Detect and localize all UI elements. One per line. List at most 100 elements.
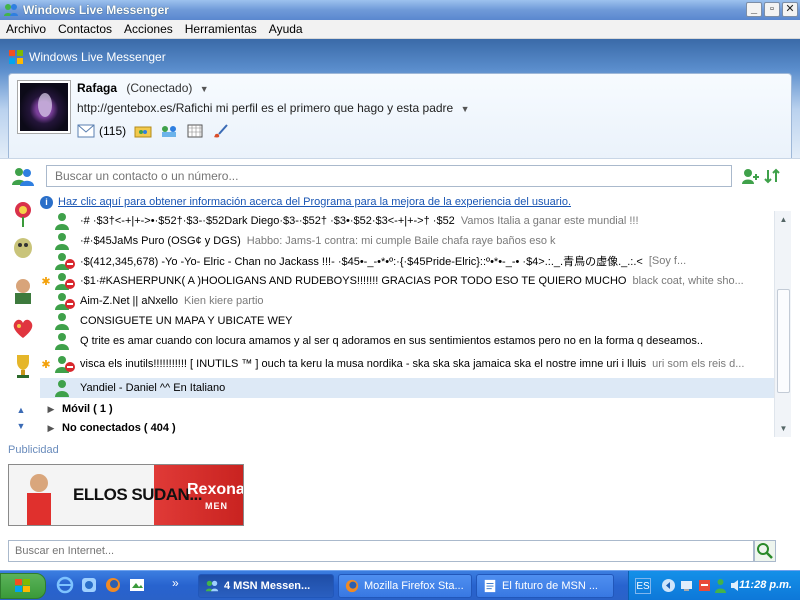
network-icon[interactable] [679, 578, 694, 593]
online-buddy-icon [55, 213, 69, 230]
group-label: Móvil ( 1 ) [62, 403, 113, 415]
personal-message-text: http://gentebox.es/Rafichi mi perfil es … [77, 101, 454, 115]
expand-arrow-icon[interactable]: ▶ [44, 423, 58, 434]
tray-app-icon[interactable] [697, 578, 712, 593]
group-mobile[interactable]: ▶ Móvil ( 1 ) [40, 399, 774, 419]
language-indicator[interactable]: ES [635, 578, 651, 594]
contact-row[interactable]: ·# ·$3†<-+|+->•·$52†·$3-·$52Dark Diego·$… [40, 211, 774, 231]
document-icon [484, 579, 496, 593]
menu-herramientas[interactable]: Herramientas [185, 22, 257, 36]
paint-icon[interactable] [128, 576, 146, 594]
messenger-tray-icon[interactable] [713, 578, 728, 593]
contact-row-selected[interactable]: Yandiel - Daniel ^^ En Italiano [40, 378, 774, 398]
contact-row[interactable]: ✱ visca els inutils!!!!!!!!!!! [ INUTILS… [40, 354, 774, 374]
contact-search-input[interactable] [46, 165, 732, 187]
user-name-row[interactable]: Rafaga (Conectado) ▼ [77, 81, 209, 95]
group-offline[interactable]: ▶ No conectados ( 404 ) [40, 418, 774, 437]
calendar-icon[interactable] [186, 124, 204, 138]
mail-icon[interactable] [77, 124, 95, 138]
contact-name: Q trite es amar cuando con locura amamos… [80, 335, 704, 347]
menu-ayuda[interactable]: Ayuda [269, 22, 303, 36]
scroll-down-icon[interactable]: ▼ [775, 420, 792, 437]
blocked-buddy-icon [55, 356, 75, 373]
windows-flag-icon [9, 50, 23, 64]
contact-name: CONSIGUETE UN MAPA Y UBICATE WEY [80, 315, 293, 327]
task-document[interactable]: El futuro de MSN ... [476, 574, 614, 598]
ad-label: Publicidad [8, 444, 59, 456]
start-button[interactable] [0, 573, 46, 599]
brush-icon[interactable] [212, 124, 230, 138]
web-search-button[interactable] [754, 540, 776, 562]
quick-launch-overflow[interactable]: » [172, 576, 190, 594]
trophy-emoticon-icon[interactable] [10, 352, 36, 380]
ie-icon[interactable] [56, 576, 74, 594]
online-buddy-icon [55, 313, 69, 330]
menu-archivo[interactable]: Archivo [6, 22, 46, 36]
sidebar-scroll: ▲ ▼ [14, 402, 28, 434]
web-search-input[interactable] [8, 540, 754, 562]
firefox-icon [345, 579, 359, 593]
sort-icon[interactable] [763, 167, 781, 185]
contact-name: ·#·$45JaMs Puro (OSG¢ y DGS) [80, 235, 241, 247]
task-firefox[interactable]: Mozilla Firefox Sta... [338, 574, 472, 598]
ad-brand-sub: MEN [205, 501, 228, 511]
info-icon: i [40, 195, 53, 209]
contact-row[interactable]: Q trite es amar cuando con locura amamos… [40, 331, 774, 351]
person-emoticon-icon[interactable] [10, 276, 36, 304]
contact-name: Yandiel - Daniel ^^ En Italiano [80, 382, 226, 394]
ad-brand: Rexona [187, 481, 244, 498]
favorite-star-icon: ✱ [41, 275, 51, 288]
add-contact-icon[interactable] [741, 167, 759, 185]
contact-name: ·$(412,345,678) -Yo -Yo- Elric - Chan no… [80, 256, 643, 268]
task-label: 4 MSN Messen... [224, 580, 311, 592]
contact-message: Vamos Italia a ganar este mundial !!! [460, 215, 639, 227]
header-band: Windows Live Messenger Rafaga (Conectado… [0, 39, 800, 189]
scroll-up-icon[interactable]: ▲ [775, 211, 792, 228]
contact-message: Kien kiere partio [184, 295, 264, 307]
scroll-down-icon[interactable]: ▼ [14, 418, 28, 434]
brand-label: Windows Live Messenger [29, 50, 166, 64]
contacts-space-icon[interactable] [160, 124, 178, 138]
ad-banner[interactable]: ELLOS SUDAN... Rexona MEN [8, 464, 244, 526]
maximize-button[interactable]: ▫ [764, 2, 780, 17]
online-buddy-icon [55, 380, 69, 397]
chevron-down-icon[interactable]: ▼ [200, 84, 209, 94]
messenger-icon [205, 580, 219, 592]
contact-row[interactable]: Aim-Z.Net || aNxello Kien kiere partio [40, 291, 774, 311]
close-button[interactable]: ✕ [782, 2, 798, 17]
windows-flag-icon [15, 579, 30, 592]
scrollbar-thumb[interactable] [777, 289, 790, 393]
contacts-icon[interactable] [12, 166, 34, 186]
menu-acciones[interactable]: Acciones [124, 22, 173, 36]
personal-message[interactable]: http://gentebox.es/Rafichi mi perfil es … [77, 101, 469, 115]
task-msn[interactable]: 4 MSN Messen... [198, 574, 334, 598]
avatar[interactable] [17, 80, 71, 134]
scroll-up-icon[interactable]: ▲ [14, 402, 28, 418]
menu-bar: Archivo Contactos Acciones Herramientas … [0, 20, 800, 39]
contact-list-scrollbar[interactable]: ▲ ▼ [774, 211, 791, 437]
online-buddy-icon [55, 233, 69, 250]
expand-arrow-icon[interactable]: ▶ [44, 404, 58, 415]
contact-list: ·# ·$3†<-+|+->•·$52†·$3-·$52Dark Diego·$… [40, 211, 774, 437]
contact-row[interactable]: ·$(412,345,678) -Yo -Yo- Elric - Chan no… [40, 251, 774, 271]
mail-count[interactable]: (115) [99, 124, 126, 138]
contact-message: black coat, white sho... [632, 275, 744, 287]
contact-row[interactable]: ✱ ·$1·#KASHERPUNK( A )HOOLIGANS AND RUDE… [40, 271, 774, 291]
favorite-star-icon: ✱ [41, 358, 51, 371]
improvement-program-link[interactable]: Haz clic aquí para obtener información a… [58, 196, 571, 208]
minimize-button[interactable]: _ [746, 2, 762, 17]
creature-emoticon-icon[interactable] [10, 234, 36, 262]
back-icon[interactable] [661, 578, 676, 593]
menu-contactos[interactable]: Contactos [58, 22, 112, 36]
contact-row[interactable]: ·#·$45JaMs Puro (OSG¢ y DGS) Habbo: Jams… [40, 231, 774, 251]
contact-message: Habbo: Jams-1 contra: mi cumple Baile ch… [246, 235, 556, 247]
flower-emoticon-icon[interactable] [10, 200, 36, 228]
contact-message: uri som els reis d... [652, 358, 745, 370]
firefox-icon[interactable] [104, 576, 122, 594]
title-bar: Windows Live Messenger _ ▫ ✕ [0, 0, 800, 20]
media-icon[interactable] [80, 576, 98, 594]
heart-emoticon-icon[interactable] [10, 314, 36, 342]
shared-folder-icon[interactable] [134, 124, 152, 138]
chevron-down-icon[interactable]: ▼ [461, 104, 470, 114]
contact-row[interactable]: CONSIGUETE UN MAPA Y UBICATE WEY [40, 311, 774, 331]
